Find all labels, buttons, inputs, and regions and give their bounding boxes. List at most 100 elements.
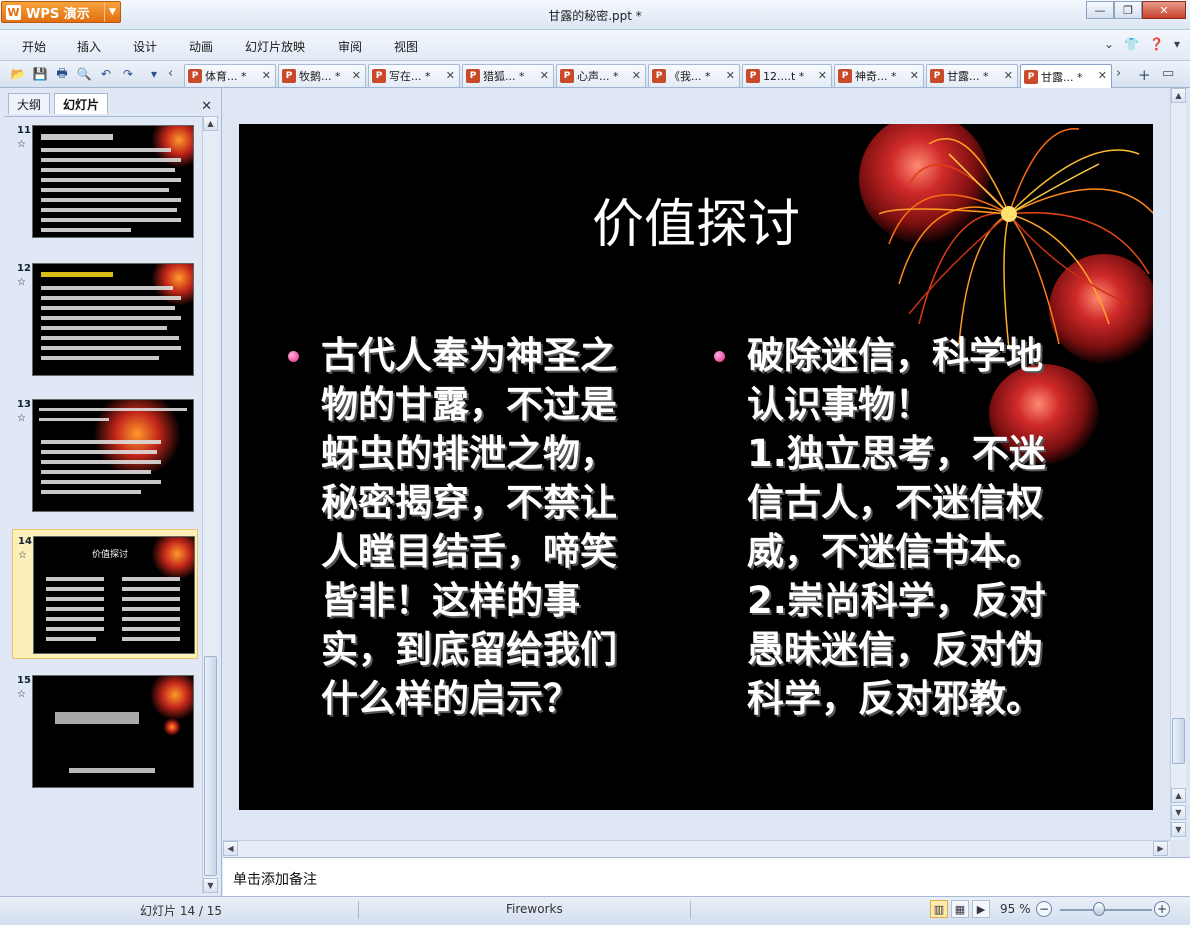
new-tab-icon[interactable]: + (1138, 66, 1151, 84)
close-icon[interactable]: ✕ (352, 69, 361, 82)
zoom-slider[interactable] (1060, 909, 1152, 911)
thumbnail-scrollbar[interactable]: ▲ ▼ (202, 116, 218, 894)
slide-thumbnail-selected[interactable]: 14 ☆ 价值探讨 (12, 529, 198, 659)
fireworks-graphic (149, 676, 193, 720)
slideshow-view-button[interactable]: ▶ (972, 900, 990, 918)
slide-thumbnail[interactable]: 15 ☆ (12, 669, 198, 793)
menu-view[interactable]: 视图 (394, 38, 418, 55)
doc-tab[interactable]: P 猎狐... * ✕ (462, 64, 554, 87)
print-preview-icon[interactable]: 🔍 (76, 66, 92, 82)
doc-tab[interactable]: P 心声... * ✕ (556, 64, 646, 87)
animation-star-icon: ☆ (17, 689, 26, 700)
scroll-thumb[interactable] (1172, 718, 1185, 764)
tabs-scroll-right-icon[interactable]: › (1116, 66, 1121, 81)
open-icon[interactable]: 📂 (10, 66, 26, 82)
menu-review[interactable]: 审阅 (338, 38, 362, 55)
scroll-left-icon[interactable]: ◀ (223, 841, 238, 856)
preview-line (41, 178, 181, 182)
previous-slide-icon[interactable]: ▲ (1171, 788, 1186, 803)
zoom-out-button[interactable]: − (1036, 901, 1052, 917)
ppt-file-icon: P (1024, 69, 1038, 84)
slide-title[interactable]: 价值探讨 (239, 182, 1153, 257)
preview-line (41, 208, 177, 212)
preview-line (122, 637, 180, 641)
preview-line (46, 617, 104, 621)
scroll-up-icon[interactable]: ▲ (203, 116, 218, 131)
editor-vertical-scrollbar[interactable]: ▲ ▲ ▼ ▼ (1170, 88, 1186, 840)
zoom-slider-handle[interactable] (1093, 902, 1105, 916)
preview-line (46, 627, 104, 631)
next-slide-icon[interactable]: ▼ (1171, 805, 1186, 820)
slide-thumbnail[interactable]: 12 ☆ (12, 257, 198, 381)
point-two-text: 崇尚科学，反对愚昧迷信，反对伪科学，反对邪教。 (747, 578, 1046, 720)
tab-slides[interactable]: 幻灯片 (54, 93, 109, 114)
zoom-level: 95 % (1000, 902, 1031, 916)
slide-sorter-view-button[interactable]: ▦ (951, 900, 969, 918)
slide-canvas[interactable]: 价值探讨 古代人奉为神圣之物的甘露，不过是蚜虫的排泄之物，秘密揭穿，不禁让人瞠目… (239, 124, 1153, 810)
help-icon[interactable]: ❓ (1149, 37, 1164, 51)
skin-icon[interactable]: 👕 (1124, 37, 1139, 51)
editor-horizontal-scrollbar[interactable]: ◀ ▶ (223, 840, 1170, 857)
help-dropdown-icon[interactable]: ▾ (1174, 37, 1180, 51)
close-icon[interactable]: ✕ (1004, 69, 1013, 82)
tab-outline[interactable]: 大纲 (8, 93, 51, 114)
menu-home[interactable]: 开始 (22, 38, 46, 55)
doc-tab[interactable]: P 《我... * ✕ (648, 64, 740, 87)
right-content-box[interactable]: 破除迷信，科学地认识事物！ 1.独立思考，不迷信古人，不迷信权威，不迷信书本。 … (747, 331, 1077, 723)
left-content-box[interactable]: 古代人奉为神圣之物的甘露，不过是蚜虫的排泄之物，秘密揭穿，不禁让人瞠目结舌，啼笑… (321, 331, 651, 723)
doc-tab[interactable]: P 甘露... * ✕ (926, 64, 1018, 87)
tabs-scroll-left-icon[interactable]: ‹ (168, 66, 173, 81)
close-window-button[interactable]: ✕ (1142, 1, 1186, 19)
maximize-button[interactable]: ❐ (1114, 1, 1142, 19)
preview-line (41, 326, 167, 330)
preview-line (41, 346, 181, 350)
close-icon[interactable]: ✕ (262, 69, 271, 82)
slide-number: 14 (18, 536, 32, 547)
minimize-button[interactable]: — (1086, 1, 1114, 19)
preview-line (41, 480, 161, 484)
slide-thumbnail[interactable]: 13 ☆ (12, 393, 198, 517)
close-icon[interactable]: ✕ (1098, 69, 1107, 82)
menu-design[interactable]: 设计 (133, 38, 157, 55)
close-icon[interactable]: ✕ (446, 69, 455, 82)
redo-icon[interactable]: ↷ (120, 66, 136, 82)
doc-tab[interactable]: P 体育... * ✕ (184, 64, 276, 87)
customize-dropdown-icon[interactable]: ▾ (146, 66, 162, 82)
normal-view-button[interactable]: ▥ (930, 900, 948, 918)
preview-line (41, 198, 181, 202)
doc-tab[interactable]: P 12....t * ✕ (742, 64, 832, 87)
undo-icon[interactable]: ↶ (98, 66, 114, 82)
preview-line (46, 607, 104, 611)
menu-insert[interactable]: 插入 (77, 38, 101, 55)
preview-line (41, 296, 181, 300)
close-icon[interactable]: ✕ (726, 69, 735, 82)
close-icon[interactable]: ✕ (201, 99, 212, 114)
menu-animation[interactable]: 动画 (189, 38, 213, 55)
save-icon[interactable]: 💾 (32, 66, 48, 82)
preview-line (39, 418, 109, 421)
tab-list-icon[interactable]: ▭ (1162, 66, 1174, 81)
ribbon-collapse-icon[interactable]: ⌄ (1104, 37, 1114, 51)
doc-tab[interactable]: P 牧鹅... * ✕ (278, 64, 366, 87)
notes-pane[interactable]: 单击添加备注 (223, 857, 1190, 896)
close-icon[interactable]: ✕ (910, 69, 919, 82)
doc-tab[interactable]: P 写在... * ✕ (368, 64, 460, 87)
doc-tab-label: 牧鹅... * (299, 70, 341, 83)
scroll-up-icon[interactable]: ▲ (1171, 88, 1186, 103)
preview-line (41, 316, 181, 320)
zoom-in-button[interactable]: + (1154, 901, 1170, 917)
scroll-down-icon[interactable]: ▼ (203, 878, 218, 893)
scroll-right-icon[interactable]: ▶ (1153, 841, 1168, 856)
window-controls: — ❐ ✕ (1086, 1, 1186, 19)
close-icon[interactable]: ✕ (632, 69, 641, 82)
doc-tab-active[interactable]: P 甘露... * ✕ (1020, 64, 1112, 88)
close-icon[interactable]: ✕ (540, 69, 549, 82)
slide-thumbnail[interactable]: 11 ☆ (12, 119, 198, 243)
scroll-thumb[interactable] (204, 656, 217, 876)
print-icon[interactable]: 🖶 (54, 66, 70, 82)
doc-tab[interactable]: P 神奇... * ✕ (834, 64, 924, 87)
menu-slideshow[interactable]: 幻灯片放映 (245, 38, 305, 55)
close-icon[interactable]: ✕ (818, 69, 827, 82)
scroll-down-icon[interactable]: ▼ (1171, 822, 1186, 837)
preview-line (122, 577, 180, 581)
